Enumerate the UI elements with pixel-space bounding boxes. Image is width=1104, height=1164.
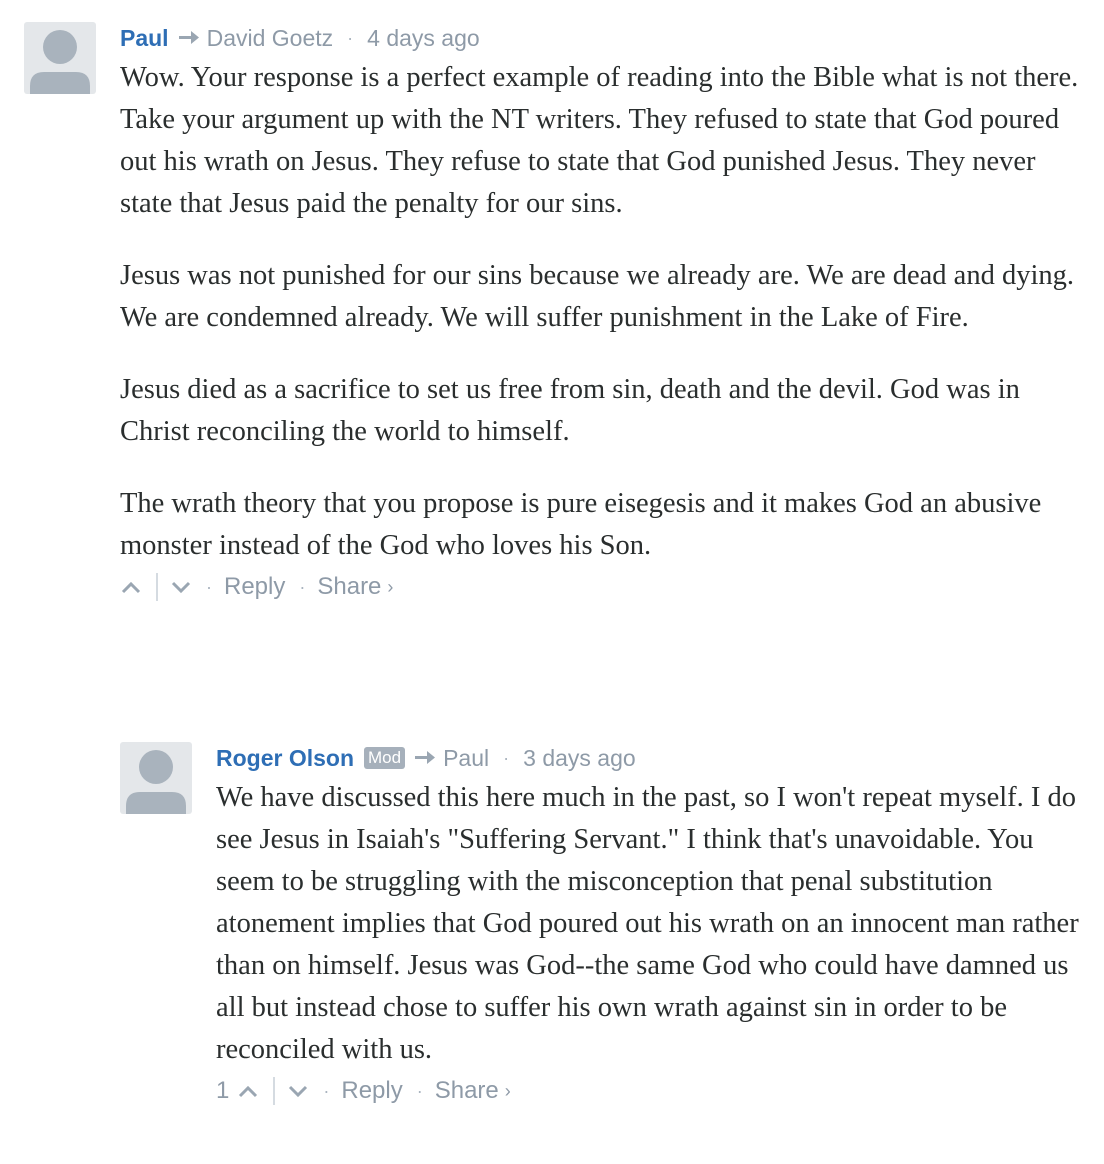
- upvote-button[interactable]: [237, 1084, 259, 1098]
- moderator-badge: Mod: [364, 747, 406, 769]
- avatar[interactable]: [120, 742, 192, 814]
- share-label: Share: [317, 573, 382, 600]
- comment-text: We have discussed this here much in the …: [216, 777, 1084, 1071]
- vote-divider: [156, 573, 158, 601]
- comment-actions: · Reply · Share ›: [120, 569, 1084, 605]
- share-label: Share: [434, 1077, 499, 1104]
- vote-divider: [273, 1077, 276, 1105]
- separator-dot: ·: [206, 576, 212, 597]
- reply-arrow-icon: [177, 28, 201, 48]
- upvote-button[interactable]: [120, 580, 142, 594]
- reply-button[interactable]: Reply: [224, 573, 285, 601]
- comment-timestamp[interactable]: 4 days ago: [367, 25, 480, 52]
- chevron-right-icon: ›: [387, 577, 394, 597]
- share-button[interactable]: Share ›: [435, 1077, 511, 1105]
- comment-actions: 1 · Reply · Share ›: [216, 1073, 1084, 1109]
- upvote-icon: [239, 1085, 258, 1098]
- upvote-count: 1: [216, 1077, 230, 1104]
- reply-arrow-icon: [413, 748, 437, 768]
- comment-body: Paul David Goetz · 4 days ago Wow. Your …: [120, 22, 1084, 605]
- separator-dot: ·: [347, 27, 354, 48]
- parent-author-link[interactable]: David Goetz: [207, 25, 334, 52]
- author-name[interactable]: Paul: [120, 25, 169, 52]
- comment-header: Paul David Goetz · 4 days ago: [120, 22, 1084, 54]
- reply-button[interactable]: Reply: [341, 1077, 402, 1105]
- separator-dot: ·: [299, 576, 306, 597]
- chevron-right-icon: ›: [504, 1081, 511, 1101]
- comment-text: Wow. Your response is a perfect example …: [120, 57, 1084, 567]
- separator-dot: ·: [416, 1080, 423, 1101]
- comment-header: Roger Olson Mod Paul · 3 days ago: [216, 742, 1084, 774]
- upvote-icon: [121, 581, 141, 594]
- comment-paragraph: Jesus died as a sacrifice to set us free…: [120, 374, 1020, 447]
- comment-paragraph: We have discussed this here much in the …: [216, 782, 1079, 1065]
- comment-timestamp[interactable]: 3 days ago: [523, 745, 636, 772]
- separator-dot: ·: [323, 1080, 330, 1101]
- avatar[interactable]: [24, 22, 96, 94]
- parent-author-link[interactable]: Paul: [443, 745, 489, 772]
- author-name[interactable]: Roger Olson: [216, 745, 354, 772]
- share-button[interactable]: Share ›: [317, 573, 393, 601]
- avatar-placeholder-icon: [126, 750, 186, 814]
- comment-paragraph: Wow. Your response is a perfect example …: [120, 62, 1079, 219]
- separator-dot: ·: [503, 747, 510, 768]
- avatar-placeholder-icon: [30, 30, 90, 94]
- downvote-button[interactable]: [170, 580, 192, 594]
- downvote-button[interactable]: [287, 1084, 309, 1098]
- downvote-icon: [171, 581, 191, 594]
- downvote-icon: [289, 1085, 308, 1098]
- comment-body: Roger Olson Mod Paul · 3 days ago We hav…: [216, 742, 1084, 1109]
- comment-paragraph: The wrath theory that you propose is pur…: [120, 488, 1042, 561]
- comment-paragraph: Jesus was not punished for our sins beca…: [120, 260, 1074, 333]
